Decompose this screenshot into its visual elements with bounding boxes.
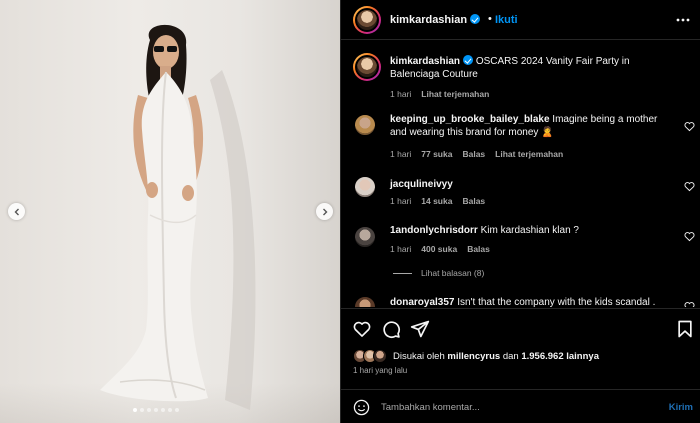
follow-button[interactable]: Ikuti — [495, 14, 518, 26]
liker-avatar — [373, 349, 387, 363]
commenter-username[interactable]: 1andonlychrisdorr — [390, 225, 478, 236]
caption-item: kimkardashian OSCARS 2024 Vanity Fair Pa… — [341, 51, 700, 101]
carousel-dot — [140, 408, 144, 412]
comment-likes[interactable]: 400 suka — [421, 244, 457, 254]
translate-link[interactable]: Lihat terjemahan — [495, 149, 563, 159]
like-icon[interactable] — [352, 319, 372, 339]
caption-username[interactable]: kimkardashian — [390, 56, 460, 67]
post-photo[interactable] — [0, 0, 340, 423]
comment-item: jacqulineivyy 1 hari 14 suka Balas — [341, 172, 700, 212]
more-icon[interactable] — [675, 12, 691, 28]
liker-username[interactable]: millencyrus — [447, 351, 500, 362]
add-comment-bar: Kirim — [341, 389, 700, 423]
caption-translate-link[interactable]: Lihat terjemahan — [421, 89, 489, 99]
comment-text: jacqulineivyy — [390, 178, 670, 191]
comment-time: 1 hari — [390, 196, 412, 206]
comment-input[interactable] — [381, 399, 631, 416]
author-username[interactable]: kimkardashian — [390, 14, 481, 26]
caption-meta: 1 hari Lihat terjemahan — [390, 89, 489, 99]
comment-time: 1 hari — [390, 244, 412, 254]
caption-text: kimkardashian OSCARS 2024 Vanity Fair Pa… — [390, 55, 630, 80]
caption-time: 1 hari — [390, 89, 412, 99]
comment-meta: 1 hari 14 suka Balas — [390, 196, 485, 206]
likes-text: Disukai oleh millencyrus dan 1.956.962 l… — [393, 350, 599, 362]
likes-summary[interactable]: Disukai oleh millencyrus dan 1.956.962 l… — [353, 349, 599, 363]
header-separator: • — [488, 13, 492, 25]
save-icon[interactable] — [675, 319, 695, 339]
verified-icon — [463, 55, 474, 65]
comment-item: keeping_up_brooke_bailey_blake Imagine b… — [341, 111, 700, 161]
comment-icon[interactable] — [381, 319, 401, 339]
heart-small-icon[interactable] — [684, 301, 695, 307]
commenter-username[interactable]: keeping_up_brooke_bailey_blake — [390, 114, 550, 125]
view-replies-button[interactable]: Lihat balasan (8) — [393, 268, 484, 278]
carousel-dot — [133, 408, 137, 412]
commenter-avatar[interactable] — [353, 113, 377, 137]
reply-button[interactable]: Balas — [467, 244, 490, 254]
comment-text: donaroyal357 Isn't that the company with… — [390, 297, 656, 307]
carousel-indicator — [133, 408, 179, 412]
chevron-left-icon — [14, 208, 19, 215]
view-replies-label: Lihat balasan (8) — [421, 268, 485, 278]
comment-text: 1andonlychrisdorr Kim kardashian klan ? — [390, 225, 579, 236]
verified-icon — [470, 14, 481, 24]
previous-photo-button[interactable] — [8, 203, 25, 220]
comment-meta: 1 hari 400 suka Balas — [390, 244, 490, 254]
post-comment-button[interactable]: Kirim — [669, 402, 693, 413]
reply-button[interactable]: Balas — [462, 149, 485, 159]
post-actions: Disukai oleh millencyrus dan 1.956.962 l… — [341, 308, 700, 423]
heart-small-icon[interactable] — [684, 181, 695, 192]
carousel-dot — [168, 408, 172, 412]
comment-likes[interactable]: 77 suka — [421, 149, 452, 159]
comment-time: 1 hari — [390, 149, 412, 159]
commenter-username[interactable]: jacqulineivyy — [390, 179, 453, 190]
author-avatar[interactable] — [353, 6, 381, 34]
comment-item: donaroyal357 Isn't that the company with… — [341, 293, 700, 307]
post-details-panel: kimkardashian • Ikuti kimkardashian OSCA… — [340, 0, 700, 423]
commenter-avatar[interactable] — [353, 175, 377, 199]
photo-figure — [100, 24, 256, 410]
reply-button[interactable]: Balas — [462, 196, 485, 206]
share-icon[interactable] — [410, 319, 430, 339]
heart-small-icon[interactable] — [684, 121, 695, 132]
likes-count[interactable]: 1.956.962 — [521, 351, 563, 362]
carousel-dot — [161, 408, 165, 412]
comments-list[interactable]: kimkardashian OSCARS 2024 Vanity Fair Pa… — [341, 41, 700, 307]
commenter-username[interactable]: donaroyal357 — [390, 297, 454, 307]
chevron-right-icon — [322, 208, 327, 215]
commenter-avatar[interactable] — [353, 225, 377, 249]
heart-small-icon[interactable] — [684, 231, 695, 242]
post-header: kimkardashian • Ikuti — [341, 0, 700, 40]
next-photo-button[interactable] — [316, 203, 333, 220]
carousel-dot — [154, 408, 158, 412]
replies-line — [393, 272, 412, 274]
comment-text: keeping_up_brooke_bailey_blake Imagine b… — [390, 114, 658, 138]
post-time: 1 hari yang lalu — [353, 366, 408, 375]
emoji-icon[interactable] — [353, 399, 370, 416]
author-avatar[interactable] — [353, 53, 381, 81]
carousel-dot — [147, 408, 151, 412]
comment-likes[interactable]: 14 suka — [421, 196, 452, 206]
comment-meta: 1 hari 77 suka Balas Lihat terjemahan — [390, 149, 563, 159]
carousel-dot — [175, 408, 179, 412]
comment-item: 1andonlychrisdorr Kim kardashian klan ? … — [341, 222, 700, 262]
commenter-avatar[interactable] — [353, 295, 377, 307]
